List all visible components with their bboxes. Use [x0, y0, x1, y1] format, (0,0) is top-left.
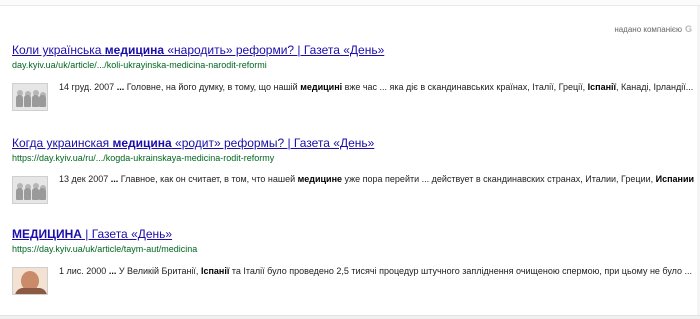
text-segment: та Італії було проведено 2,5 тисячі проц… — [229, 266, 693, 276]
text-segment: медицині — [300, 82, 343, 92]
text-segment: 14 груд. 2007 — [59, 82, 117, 92]
text-segment: медицина — [104, 43, 165, 57]
text-segment: У Великій Британії, — [116, 266, 201, 276]
text-segment: Головне, на його думку, в тому, що нашій — [124, 82, 301, 92]
text-segment: Коли українська — [12, 43, 105, 57]
google-logo-icon: G — [684, 24, 692, 34]
result-thumbnail[interactable] — [12, 267, 48, 295]
result-snippet: 13 дек 2007 ... Главное, как он считает,… — [59, 173, 694, 185]
result-thumbnail[interactable] — [12, 176, 48, 204]
text-segment: вже час ... яка діє в скандинавських кра… — [342, 82, 588, 92]
text-segment: медицина — [112, 136, 172, 150]
top-bar — [0, 0, 700, 6]
text-segment: Когда украинская — [12, 136, 113, 150]
text-segment: «родит» реформы? | Газета «День» — [171, 136, 375, 150]
text-segment: 13 дек 2007 — [59, 174, 111, 184]
text-segment: Испании — [655, 174, 694, 184]
text-segment: медицине — [297, 174, 343, 184]
text-segment: Іспанії — [200, 266, 230, 276]
text-segment: , Канаді, Ірландії... — [616, 82, 694, 92]
result-title-link[interactable]: Когда украинская медицина «родит» реформ… — [12, 136, 694, 151]
search-result: Когда украинская медицина «родит» реформ… — [12, 136, 694, 204]
branding: надано компанією G — [614, 24, 692, 35]
result-url: https://day.kyiv.ua/ru/.../kogda-ukrains… — [12, 153, 275, 163]
result-thumbnail[interactable] — [12, 83, 48, 111]
result-url: https://day.kyiv.ua/uk/article/taym-aut/… — [12, 244, 198, 254]
result-snippet: 14 груд. 2007 ... Головне, на його думку… — [59, 81, 694, 93]
text-segment: Главное, как он считает, в том, что наше… — [118, 174, 298, 184]
text-segment: «народить» реформи? | Газета «День» — [164, 43, 385, 57]
result-snippet: 1 лис. 2000 ... У Великій Британії, Іспа… — [59, 265, 692, 277]
search-result: МЕДИЦИНА | Газета «День» https://day.kyi… — [12, 227, 694, 295]
text-segment: уже пора перейти ... действует в скандин… — [342, 174, 656, 184]
text-segment: | Газета «День» — [81, 227, 173, 241]
result-title-link[interactable]: МЕДИЦИНА | Газета «День» — [12, 227, 694, 242]
text-segment: Іспанії — [587, 82, 617, 92]
search-result: Коли українська медицина «народить» рефо… — [12, 43, 694, 111]
text-segment: 1 лис. 2000 — [59, 266, 109, 276]
result-url: day.kyiv.ua/uk/article/.../koli-ukrayins… — [12, 60, 267, 70]
result-title-link[interactable]: Коли українська медицина «народить» рефо… — [12, 43, 694, 58]
text-segment: МЕДИЦИНА — [12, 227, 82, 241]
branding-label: надано компанією — [614, 25, 682, 34]
bottom-bar — [0, 315, 700, 319]
